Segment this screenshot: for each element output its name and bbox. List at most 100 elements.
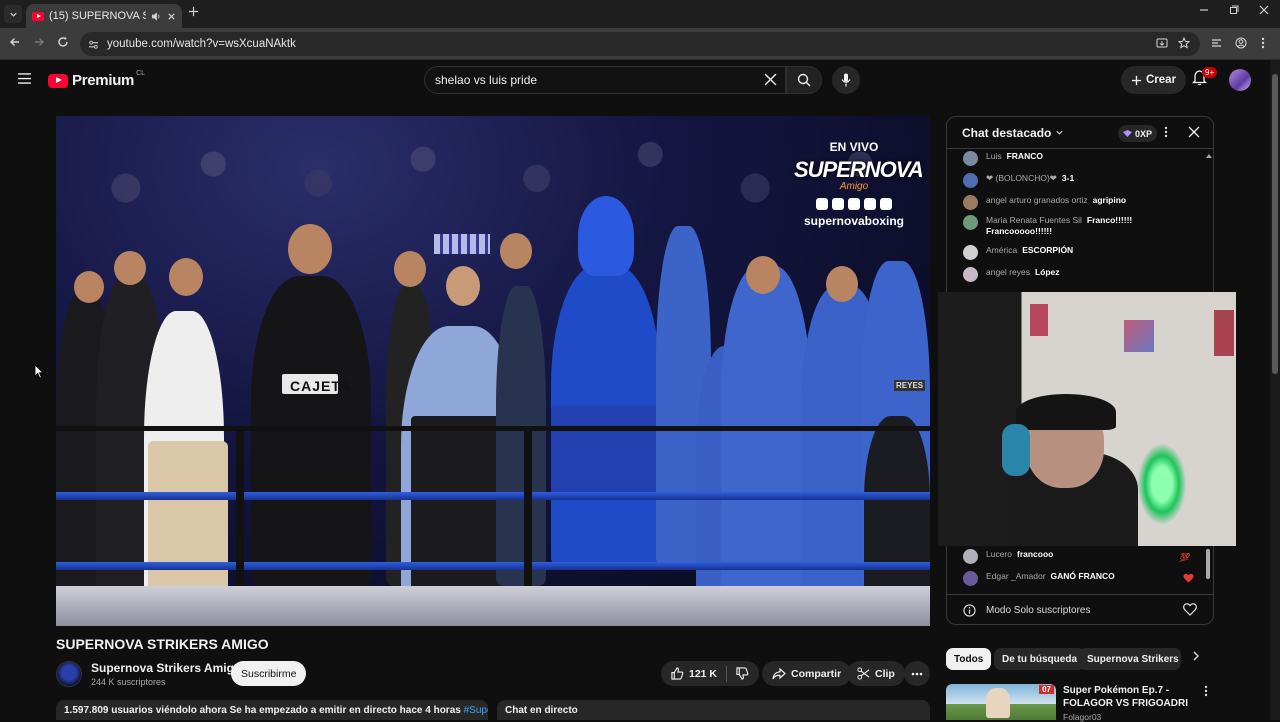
reaction-100-icon: 💯 — [1179, 553, 1189, 562]
chat-message[interactable]: América ESCORPIÓN — [963, 245, 1203, 260]
guide-menu-button[interactable] — [18, 73, 31, 84]
chat-text: ESCORPIÓN — [1022, 245, 1074, 255]
close-tab-icon[interactable] — [167, 12, 176, 21]
live-label: EN VIVO — [829, 140, 879, 154]
more-actions-button[interactable] — [904, 661, 930, 686]
chat-mode-selector[interactable]: Chat destacado — [962, 126, 1051, 140]
poster-center — [1124, 320, 1154, 352]
create-label: Crear — [1146, 74, 1177, 86]
notifications-button[interactable]: 9+ — [1192, 67, 1218, 86]
vertical-dots-icon — [1261, 37, 1265, 49]
youtube-icon — [832, 198, 844, 210]
plus-icon — [188, 6, 199, 17]
create-button[interactable]: Crear — [1121, 66, 1187, 94]
points-badge[interactable]: 0XP — [1118, 125, 1158, 142]
account-avatar[interactable] — [1229, 69, 1251, 91]
ring-rope-bottom — [56, 562, 930, 570]
chat-author: angel arturo granados ortiz — [986, 195, 1088, 205]
chat-message[interactable]: Edgar _Amador GANÓ FRANCO — [963, 571, 1203, 586]
subscribe-button[interactable]: Suscribirme — [231, 661, 307, 686]
green-light — [1138, 444, 1186, 524]
clip-label: Clip — [875, 667, 895, 680]
description-box[interactable]: 1.597.809 usuarios viéndolo ahora Se ha … — [56, 700, 488, 720]
search-query-text: shelao vs luis pride — [435, 73, 538, 87]
chat-input-area: Modo Solo suscriptores — [947, 594, 1213, 624]
chat-author: Edgar _Amador — [986, 571, 1046, 581]
recommendation-menu-button[interactable] — [1204, 685, 1208, 697]
caret-up-icon — [1206, 154, 1212, 158]
chip-all[interactable]: Todos — [946, 648, 992, 670]
chevron-down-icon[interactable] — [1055, 128, 1064, 137]
speaker-icon[interactable] — [151, 11, 162, 22]
chip-channel[interactable]: Supernova Strikers Am — [1079, 648, 1181, 670]
channel-name[interactable]: Supernova Strikers Amigo — [91, 661, 241, 675]
close-window-button[interactable] — [1259, 5, 1269, 15]
tab-search-button[interactable] — [4, 5, 22, 23]
url-field[interactable]: youtube.com/watch?v=wsXcuaNAktk — [80, 32, 1200, 56]
notification-count-badge: 9+ — [1202, 67, 1218, 78]
minimize-icon — [1200, 9, 1208, 11]
thumbs-down-icon — [736, 667, 749, 680]
video-title: SUPERNOVA STRIKERS AMIGO — [56, 636, 269, 652]
close-chat-button[interactable] — [1188, 126, 1200, 138]
chat-message[interactable]: Luis FRANCO — [963, 151, 1203, 166]
like-dislike-group: 121 K — [661, 661, 760, 686]
chat-message[interactable]: Lucero francooo — [963, 549, 1203, 564]
browser-menu-button[interactable] — [1261, 37, 1265, 49]
site-info-icon[interactable] — [88, 39, 99, 50]
reload-button[interactable] — [57, 36, 69, 48]
youtube-premium-logo[interactable]: Premium CL — [48, 70, 147, 89]
page-scrollbar[interactable] — [1270, 60, 1280, 720]
info-icon[interactable] — [963, 603, 976, 617]
chat-menu-button[interactable] — [1164, 126, 1168, 138]
led-panel — [434, 234, 490, 254]
thumbnail-character — [986, 688, 1010, 718]
channel-subscribers: 244 K suscriptores — [91, 677, 166, 687]
recommendation-thumbnail[interactable]: 07 — [946, 684, 1056, 720]
clear-search-button[interactable] — [764, 73, 777, 86]
chat-scroll-up-arrow[interactable] — [1206, 153, 1212, 161]
forward-button[interactable] — [33, 36, 45, 48]
share-button[interactable]: Compartir — [762, 661, 852, 686]
voice-search-button[interactable] — [832, 66, 860, 94]
like-divider — [726, 665, 728, 682]
new-tab-button[interactable] — [188, 6, 199, 17]
chat-message[interactable]: Maria Renata Fuentes Sil Franco!!!!!! Fra… — [963, 215, 1203, 236]
instagram-icon — [848, 198, 860, 210]
heart-icon — [1183, 603, 1197, 616]
restore-button[interactable] — [1229, 5, 1239, 15]
clip-button[interactable]: Clip — [847, 661, 905, 686]
close-icon — [1188, 126, 1200, 138]
chat-message[interactable]: angel reyes López — [963, 267, 1203, 282]
chat-text: FRANCO — [1006, 151, 1043, 161]
dislike-button[interactable] — [736, 667, 749, 680]
like-button[interactable]: 121 K — [671, 667, 717, 680]
channel-avatar[interactable] — [56, 661, 82, 687]
like-heart-button[interactable] — [1183, 603, 1197, 616]
recommendation-title[interactable]: Super Pokémon Ep.7 - FOLAGOR VS FRIGOADR… — [1063, 684, 1191, 710]
minimize-button[interactable] — [1199, 5, 1209, 15]
browser-tab-active[interactable]: (15) SUPERNOVA STRIKERS — [26, 4, 182, 28]
video-player[interactable]: CAJETA REYES EN VIVO SUPERNOVA Amigo sup… — [56, 116, 930, 626]
hamburger-icon — [18, 73, 31, 84]
recommendation-channel[interactable]: Folagor03 — [1063, 712, 1101, 722]
scissors-icon — [857, 667, 870, 680]
supernova-logo: SUPERNOVA — [794, 157, 924, 182]
chip-from-search[interactable]: De tu búsqueda — [994, 648, 1086, 670]
page-scrollbar-thumb[interactable] — [1272, 74, 1278, 374]
back-button[interactable] — [9, 36, 21, 48]
extensions-button[interactable] — [1211, 37, 1223, 49]
close-icon — [1259, 5, 1269, 15]
description-text: 1.597.809 usuarios viéndolo ahora Se ha … — [64, 705, 461, 716]
search-input[interactable]: shelao vs luis pride — [424, 66, 786, 94]
live-chat-replay-bar[interactable]: Chat en directo — [497, 700, 930, 720]
install-app-button[interactable] — [1156, 37, 1168, 49]
chat-message[interactable]: angel arturo granados ortiz agripino — [963, 195, 1203, 210]
profile-button[interactable] — [1235, 37, 1247, 49]
chips-next-button[interactable] — [1192, 651, 1200, 661]
chat-message[interactable]: ❤ (BOLONCHO)❤ 3-1 — [963, 173, 1203, 188]
bookmark-button[interactable] — [1178, 37, 1190, 49]
chat-scrollbar-thumb[interactable] — [1206, 549, 1210, 579]
description-hashtag[interactable]: #Supernova — [464, 705, 488, 716]
search-button[interactable] — [786, 66, 822, 94]
